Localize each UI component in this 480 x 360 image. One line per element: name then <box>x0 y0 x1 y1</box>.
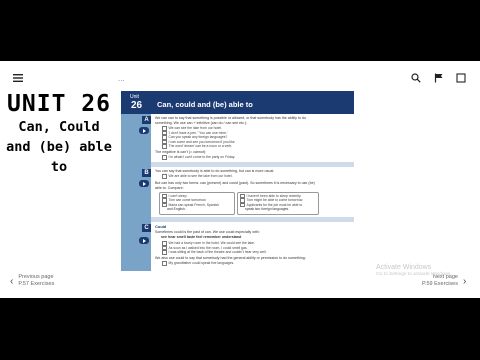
audio-play-b-icon[interactable] <box>139 180 149 187</box>
section-a-intro-2: something. We use can + infinitive (can … <box>155 120 248 125</box>
section-c-example2-1: My grandfather could speak five language… <box>162 261 235 266</box>
page-title: Can, could and (be) able to <box>157 100 253 109</box>
audio-play-c-icon[interactable] <box>139 237 149 244</box>
flag-icon[interactable] <box>432 71 446 85</box>
watermark-title: Activate Windows <box>376 264 432 271</box>
topic-line-2: and (be) able <box>6 139 112 155</box>
compare-left-4: and English. <box>167 207 186 211</box>
chevron-left-icon: ‹ <box>10 275 14 287</box>
section-b-label: B <box>142 169 151 177</box>
windows-activation-watermark: Activate Windows Go to Settings to activ… <box>376 264 452 278</box>
search-icon[interactable] <box>409 71 423 85</box>
section-b-intro: You can say that somebody is able to do … <box>155 169 275 173</box>
hamburger-menu-icon[interactable] <box>11 71 25 85</box>
topic-line-3: to <box>50 159 68 175</box>
section-b-example: We are able to see the lake from our hot… <box>162 174 233 179</box>
section-a-note-example: I'm afraid I can't come to the party on … <box>162 155 236 160</box>
section-a-label: A <box>142 116 151 124</box>
document-viewer: ... UNIT 26 Can, Could and (be) able to … <box>0 61 480 298</box>
section-c-intro: Sometimes could is the past of can. We u… <box>155 230 260 234</box>
next-page-title: P.59 Exercises <box>422 281 458 287</box>
close-icon[interactable] <box>454 71 468 85</box>
section-c-label: C <box>142 224 151 232</box>
chevron-right-icon: › <box>462 275 467 287</box>
section-c-subtitle: Could <box>155 224 167 229</box>
compare-right-4: speak two foreign languages. <box>245 207 290 211</box>
unit-heading: UNIT 26 <box>7 91 111 117</box>
section-divider <box>151 217 354 222</box>
toolbar-ellipsis: ... <box>118 74 125 83</box>
book-page: Unit 26 Can, could and (be) able to A We… <box>121 91 354 298</box>
section-a-note: The negative is can't (= cannot): <box>155 150 207 154</box>
page-unit-number: 26 <box>131 100 143 111</box>
previous-page-title: P.57 Exercises <box>18 281 55 287</box>
audio-play-a-icon[interactable] <box>139 127 149 134</box>
previous-page-link[interactable]: ‹ Previous page P.57 Exercises <box>10 274 54 288</box>
section-c-example-3: I was sitting at the back of the theatre… <box>162 250 267 255</box>
section-a-example-5: The word 'dream' can be a noun or a verb… <box>162 144 233 149</box>
previous-page-label: Previous page <box>18 274 54 280</box>
unit-title-overlay: UNIT 26 Can, Could and (be) able to <box>0 91 118 177</box>
section-c-verbs: see hear smell taste feel remember under… <box>161 235 242 239</box>
section-c-intro2: We also use could to say that somebody h… <box>155 256 306 260</box>
watermark-subtitle: Go to Settings to activate Windows. <box>376 272 452 277</box>
section-divider <box>151 162 354 167</box>
section-b-intro2-2: able to. Compare: <box>155 185 184 190</box>
topic-line-1: Can, Could <box>18 119 100 135</box>
